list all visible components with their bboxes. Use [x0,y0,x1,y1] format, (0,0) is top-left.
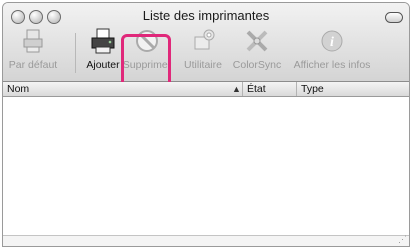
utility-button[interactable]: Utilitaire [180,27,226,71]
default-button[interactable]: Par défaut [7,27,59,71]
show-info-label: Afficher les infos [293,59,371,71]
toolbar-toggle-button[interactable] [385,12,403,23]
printer-default-icon [23,29,43,53]
info-icon: i [321,30,343,52]
printer-list[interactable] [3,97,409,237]
show-info-button[interactable]: i Afficher les infos [288,27,376,71]
colorsync-label: ColorSync [232,59,282,71]
status-bar: ⋰ [3,234,409,246]
table-header: Nom ▲ État Type [3,82,409,97]
column-header-type[interactable]: Type [297,82,409,96]
window-title: Liste des imprimantes [142,8,270,23]
titlebar: Liste des imprimantes Par défaut Ajouter [3,3,409,98]
printer-list-window: Liste des imprimantes Par défaut Ajouter [2,2,410,247]
default-label: Par défaut [8,59,58,71]
add-label: Ajouter [86,59,120,71]
printer-add-icon [91,28,115,54]
svg-text:i: i [330,35,334,50]
sort-arrow-icon: ▲ [232,84,241,94]
utility-gears-icon [194,29,215,50]
add-button[interactable]: Ajouter [83,27,123,71]
utility-label: Utilitaire [184,59,222,71]
colorsync-tools-icon [246,30,268,52]
column-header-name[interactable]: Nom [3,82,243,96]
column-header-status[interactable]: État [243,82,297,96]
colorsync-button[interactable]: ColorSync [230,27,284,71]
toolbar-separator [75,33,76,73]
resize-grip-icon[interactable]: ⋰ [398,234,407,245]
